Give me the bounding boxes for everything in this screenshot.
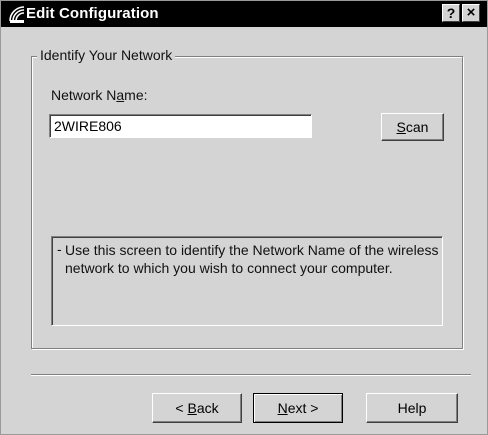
network-name-label-mnemonic: a (116, 87, 125, 103)
info-text: Use this screen to identify the Network … (65, 242, 439, 276)
next-mnemonic: N (277, 400, 288, 416)
info-panel: - Use this screen to identify the Networ… (51, 236, 443, 326)
edit-configuration-dialog: Edit Configuration ? × Identify Your Net… (0, 0, 488, 435)
close-button[interactable]: × (462, 4, 480, 22)
back-prefix: < (175, 400, 188, 416)
scan-button[interactable]: Scan (381, 113, 444, 141)
next-button[interactable]: Next > (253, 393, 343, 423)
network-name-label: Network Name: (51, 87, 148, 103)
question-icon: ? (446, 5, 456, 21)
back-button[interactable]: < Back (152, 393, 242, 423)
window-title: Edit Configuration (26, 5, 159, 22)
back-mnemonic: B (187, 400, 197, 416)
next-label-rest: ext > (287, 400, 319, 416)
info-bullet: - (57, 241, 62, 257)
scan-label-rest: can (405, 119, 429, 135)
title-bar[interactable]: Edit Configuration ? × (1, 1, 487, 27)
divider (31, 374, 471, 376)
group-legend: Identify Your Network (37, 47, 176, 63)
close-icon: × (466, 4, 476, 21)
help-button[interactable]: Help (366, 393, 458, 423)
scan-mnemonic: S (396, 119, 406, 135)
wireless-icon (9, 6, 25, 23)
network-name-label-pre: Network N (51, 87, 117, 103)
back-label-rest: ack (196, 400, 219, 416)
help-title-button[interactable]: ? (442, 4, 460, 22)
network-name-input[interactable] (49, 114, 312, 138)
network-name-label-post: me: (124, 87, 148, 103)
help-label: Help (397, 400, 427, 416)
